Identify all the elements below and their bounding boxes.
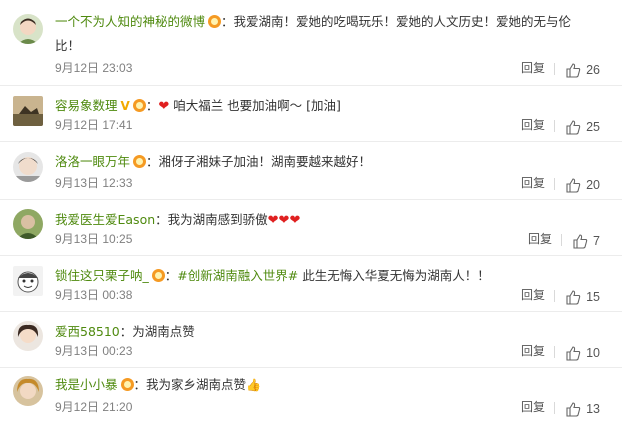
comment-item: 我是小小暴 ：我为家乡湖南点赞👍 9月12日 21:20 回复 13 <box>0 368 622 422</box>
reply-button[interactable]: 回复 <box>521 59 545 76</box>
like-button[interactable]: 26 <box>565 62 600 78</box>
reply-button[interactable]: 回复 <box>521 342 545 359</box>
comment-body: ：我为家乡湖南点赞 <box>133 377 247 392</box>
heart-icon: ❤❤❤ <box>267 213 301 228</box>
comment-body-continued: 比！ <box>55 38 81 53</box>
thumbs-up-icon <box>566 290 581 305</box>
vip-badge-icon <box>133 155 147 168</box>
username-link[interactable]: 洛洛一眼万年 <box>55 154 130 169</box>
username-link[interactable]: 一个不为人知的神秘的微博 <box>55 14 205 29</box>
divider <box>554 346 555 358</box>
like-count: 20 <box>586 178 600 192</box>
verified-v-icon: V <box>120 99 130 113</box>
timestamp: 9月13日 00:23 <box>55 344 133 358</box>
comment-body: ： <box>145 98 159 113</box>
timestamp: 9月13日 00:38 <box>55 288 133 302</box>
comment-body: ：为湖南点赞 <box>119 324 195 339</box>
thumbs-up-icon <box>566 63 581 78</box>
username-link[interactable]: 容易象数理 <box>55 98 118 113</box>
timestamp: 9月13日 12:33 <box>55 176 133 190</box>
comment-text: 洛洛一眼万年 ：湘伢子湘妹子加油！湖南要越来越好！ <box>55 151 606 172</box>
username-link[interactable]: 锁住这只栗子呐_ <box>55 268 149 283</box>
username-link[interactable]: 我爱医生爱Eason <box>55 212 155 227</box>
avatar[interactable] <box>13 321 43 351</box>
thumbs-up-icon <box>566 120 581 135</box>
comment-body: ： <box>164 268 178 283</box>
comment-body: ：我爱湖南！爱她的吃喝玩乐！爱她的人文历史！爱她的无与伦 <box>221 14 572 29</box>
like-count: 10 <box>586 346 600 360</box>
vip-badge-icon <box>120 378 134 391</box>
like-button[interactable]: 15 <box>565 289 600 305</box>
comment-item: 锁住这只栗子呐_ ：#创新湖南融入世界# 此生无悔入华夏无悔为湖南人！！ 9月13… <box>0 256 622 312</box>
like-count: 26 <box>586 63 600 77</box>
comment-body-continued: 咱大福兰 也要加油啊～ [加油] <box>169 98 341 113</box>
vip-badge-icon <box>151 269 165 282</box>
username-link[interactable]: 爱西58510 <box>55 324 120 339</box>
like-count: 25 <box>586 120 600 134</box>
like-button[interactable]: 25 <box>565 119 600 135</box>
avatar[interactable] <box>13 14 43 44</box>
username-link[interactable]: 我是小小暴 <box>55 377 118 392</box>
reply-button[interactable]: 回复 <box>521 174 545 191</box>
comment-text: 我爱医生爱Eason：我为湖南感到骄傲❤❤❤ <box>55 209 606 231</box>
divider <box>554 63 555 75</box>
comment-text: 爱西58510：为湖南点赞 <box>55 321 606 342</box>
avatar[interactable] <box>13 376 43 406</box>
comment-body: ：我为湖南感到骄傲 <box>155 212 268 227</box>
divider <box>554 120 555 132</box>
like-button[interactable]: 13 <box>565 401 600 417</box>
comment-item: 容易象数理 V ：❤ 咱大福兰 也要加油啊～ [加油] 9月12日 17:41 回复… <box>0 86 622 142</box>
divider <box>554 402 555 414</box>
reply-button[interactable]: 回复 <box>521 286 545 303</box>
reply-button[interactable]: 回复 <box>521 116 545 133</box>
comment-text: 容易象数理 V ：❤ 咱大福兰 也要加油啊～ [加油] <box>55 95 606 117</box>
timestamp: 9月12日 17:41 <box>55 118 133 132</box>
avatar[interactable] <box>13 266 43 296</box>
vip-badge-icon <box>132 99 146 112</box>
avatar[interactable] <box>13 209 43 239</box>
comment-text: 一个不为人知的神秘的微博 ：我爱湖南！爱她的吃喝玩乐！爱她的人文历史！爱她的无与伦… <box>55 10 606 58</box>
thumbs-up-icon <box>566 402 581 417</box>
like-button[interactable]: 7 <box>572 233 600 249</box>
divider <box>554 290 555 302</box>
comment-item: 我爱医生爱Eason：我为湖南感到骄傲❤❤❤ 9月13日 10:25 回复 7 <box>0 200 622 256</box>
timestamp: 9月12日 21:20 <box>55 400 133 414</box>
like-count: 13 <box>586 402 600 416</box>
comment-text: 锁住这只栗子呐_ ：#创新湖南融入世界# 此生无悔入华夏无悔为湖南人！！ <box>55 265 606 286</box>
thumbs-up-emoji-icon: 👍 <box>246 378 261 392</box>
avatar[interactable] <box>13 152 43 182</box>
topic-link[interactable]: #创新湖南融入世界# <box>177 268 298 283</box>
like-button[interactable]: 10 <box>565 345 600 361</box>
comment-item: 一个不为人知的神秘的微博 ：我爱湖南！爱她的吃喝玩乐！爱她的人文历史！爱她的无与伦… <box>0 0 622 86</box>
thumbs-up-icon <box>566 178 581 193</box>
comment-item: 洛洛一眼万年 ：湘伢子湘妹子加油！湖南要越来越好！ 9月13日 12:33 回复 … <box>0 142 622 200</box>
comment-text: 我是小小暴 ：我为家乡湖南点赞👍 <box>55 374 606 396</box>
thumbs-up-icon <box>566 346 581 361</box>
timestamp: 9月12日 23:03 <box>55 61 133 75</box>
timestamp: 9月13日 10:25 <box>55 232 133 246</box>
like-count: 7 <box>593 234 600 248</box>
reply-button[interactable]: 回复 <box>528 230 552 247</box>
avatar[interactable] <box>13 96 43 126</box>
thumbs-up-icon <box>573 234 588 249</box>
comment-body: ：湘伢子湘妹子加油！湖南要越来越好！ <box>146 154 372 169</box>
heart-icon: ❤ <box>158 99 170 114</box>
comment-item: 爱西58510：为湖南点赞 9月13日 00:23 回复 10 <box>0 312 622 368</box>
comment-body-continued: 此生无悔入华夏无悔为湖南人！！ <box>298 268 490 283</box>
divider <box>561 234 562 246</box>
vip-badge-icon <box>208 15 222 28</box>
reply-button[interactable]: 回复 <box>521 398 545 415</box>
divider <box>554 178 555 190</box>
like-button[interactable]: 20 <box>565 177 600 193</box>
like-count: 15 <box>586 290 600 304</box>
